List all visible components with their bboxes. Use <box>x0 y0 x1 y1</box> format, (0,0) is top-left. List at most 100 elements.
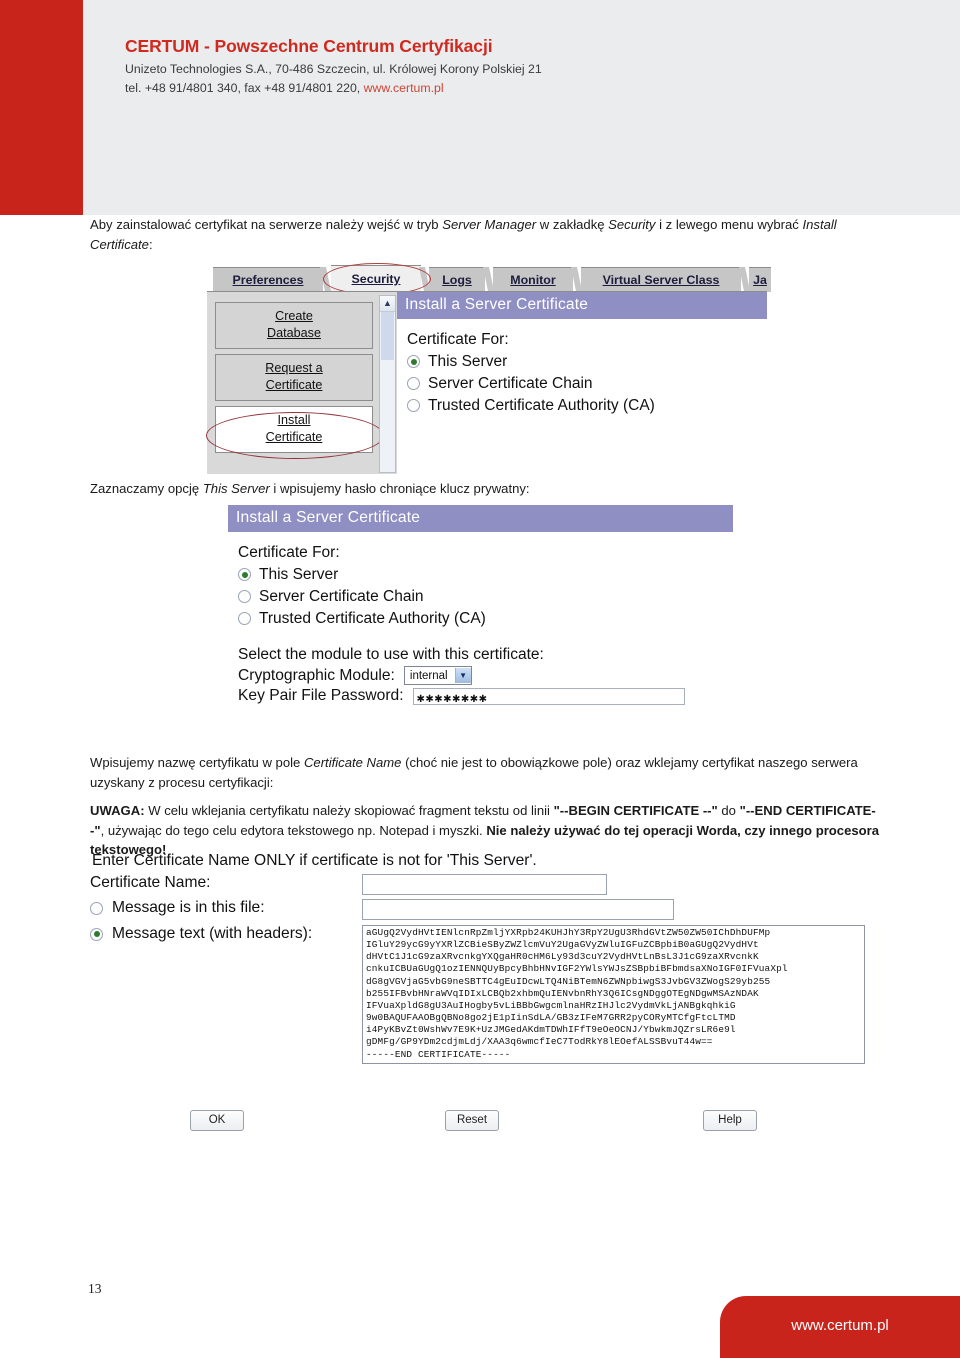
paragraph-warning: UWAGA: W celu wklejania certyfikatu nale… <box>90 801 880 860</box>
radio-icon[interactable] <box>238 590 251 603</box>
company-title: CERTUM - Powszechne Centrum Certyfikacji <box>125 36 493 56</box>
radio-trusted-ca[interactable]: Trusted Certificate Authority (CA) <box>407 395 759 416</box>
p3-part-a: Wpisujemy nazwę certyfikatu w pole <box>90 755 304 770</box>
radio-server-certificate-chain[interactable]: Server Certificate Chain <box>238 586 725 607</box>
cryptographic-module-row: Cryptographic Module: internal ▼ <box>238 666 725 685</box>
company-contact: tel. +48 91/4801 340, fax +48 91/4801 22… <box>125 79 745 98</box>
nav-install-certificate-line2: Certificate <box>265 430 323 444</box>
screenshot-install-server-certificate: Install a Server Certificate Certificate… <box>228 505 733 715</box>
help-button[interactable]: Help <box>703 1110 757 1131</box>
certificate-for-label: Certificate For: <box>238 544 340 561</box>
chevron-up-icon[interactable]: ▲ <box>380 296 395 312</box>
p1-part-b: w zakładkę <box>536 217 609 232</box>
tab-preferences[interactable]: Preferences <box>213 267 323 292</box>
footer-website-badge[interactable]: www.certum.pl <box>720 1296 960 1358</box>
chevron-down-icon[interactable]: ▼ <box>454 668 471 683</box>
cryptographic-module-value: internal <box>409 669 448 682</box>
message-text-option[interactable]: Message text (with headers): <box>90 925 362 943</box>
p1-server-manager: Server Manager <box>442 217 537 232</box>
reset-button[interactable]: Reset <box>445 1110 499 1131</box>
key-pair-password-label: Key Pair File Password: <box>238 687 404 704</box>
warn-begin-marker: "--BEGIN CERTIFICATE --" <box>553 803 718 818</box>
radio-trusted-ca-label: Trusted Certificate Authority (CA) <box>259 610 486 627</box>
p2-part-b: i wpisujemy hasło chroniące klucz prywat… <box>269 481 530 496</box>
radio-icon[interactable] <box>90 901 103 915</box>
page-header: CERTUM - Powszechne Centrum Certyfikacji… <box>0 0 960 215</box>
paragraph-certificate-name: Wpisujemy nazwę certyfikatu w pole Certi… <box>90 753 880 792</box>
nav-request-certificate-button[interactable]: Request a Certificate <box>215 354 373 401</box>
p2-this-server: This Server <box>202 481 270 496</box>
message-text-label: Message text (with headers): <box>112 925 313 942</box>
certificate-text-area[interactable]: aGUgQ2VydHVtIENlcnRpZmljYXRpb24KUHJhY3Rp… <box>362 925 865 1064</box>
screenshot-security-tab: Preferences Security Logs Monitor Virtua… <box>206 263 771 474</box>
ok-button[interactable]: OK <box>190 1110 244 1131</box>
page-number: 13 <box>88 1281 102 1296</box>
p1-part-c: i z lewego menu wybrać <box>655 217 803 232</box>
paragraph-this-server: Zaznaczamy opcję This Server i wpisujemy… <box>90 479 875 499</box>
p1-part-a: Aby zainstalować certyfikat na serwerze … <box>90 217 443 232</box>
message-file-option[interactable]: Message is in this file: <box>90 899 362 917</box>
tab-logs[interactable]: Logs <box>429 267 485 292</box>
radio-icon[interactable] <box>407 377 420 390</box>
radio-this-server-label: This Server <box>428 353 508 370</box>
message-text-row: Message text (with headers): aGUgQ2VydHV… <box>90 925 880 1064</box>
certificate-name-row: Certificate Name: <box>90 874 880 895</box>
radio-server-certificate-chain[interactable]: Server Certificate Chain <box>407 373 759 394</box>
nav-request-certificate-line2: Certificate <box>265 378 323 392</box>
tab-java[interactable]: Ja <box>749 267 771 292</box>
warn-part-c: do <box>717 803 740 818</box>
screenshot-certificate-message: Enter Certificate Name ONLY if certifica… <box>90 852 880 1064</box>
p2-part-a: Zaznaczamy opcję <box>90 481 203 496</box>
module-hint-label: Select the module to use with this certi… <box>238 646 544 663</box>
message-file-row: Message is in this file: <box>90 899 880 920</box>
tab-security[interactable]: Security <box>331 265 421 292</box>
warn-part-d: , używając do tego celu edytora tekstowe… <box>100 822 487 838</box>
paragraph-install-intro: Aby zainstalować certyfikat na serwerze … <box>90 215 875 254</box>
certificate-for-label: Certificate For: <box>407 331 509 348</box>
company-address: Unizeto Technologies S.A., 70-486 Szczec… <box>125 62 542 76</box>
warning-label: UWAGA: <box>90 803 145 818</box>
panel-title: Install a Server Certificate <box>228 505 733 532</box>
key-pair-password-value: ✱✱✱✱✱✱✱✱ <box>416 693 488 705</box>
key-pair-password-input[interactable]: ✱✱✱✱✱✱✱✱ <box>412 687 685 705</box>
tab-monitor[interactable]: Monitor <box>493 267 573 292</box>
p3-certificate-name: Certificate Name <box>303 755 402 770</box>
scrollbar-thumb[interactable] <box>381 312 394 360</box>
radio-trusted-ca[interactable]: Trusted Certificate Authority (CA) <box>238 608 725 629</box>
key-pair-password-row: Key Pair File Password: ✱✱✱✱✱✱✱✱ <box>238 687 725 705</box>
warn-part-a: W celu wklejania certyfikatu należy skop… <box>144 803 554 818</box>
nav-request-certificate-line1: Request a <box>265 361 323 375</box>
radio-icon[interactable] <box>407 355 420 368</box>
nav-install-certificate-button[interactable]: Install Certificate <box>215 406 373 453</box>
company-contact-text: tel. +48 91/4801 340, fax +48 91/4801 22… <box>125 81 364 95</box>
tab-virtual-server-class[interactable]: Virtual Server Class <box>581 267 741 292</box>
nav-install-certificate-line1: Install <box>277 413 311 427</box>
radio-this-server[interactable]: This Server <box>238 564 725 585</box>
certificate-name-input[interactable] <box>362 874 607 895</box>
dialog-button-row: OK Reset Help <box>90 1110 880 1136</box>
cryptographic-module-label: Cryptographic Module: <box>238 666 395 684</box>
certificate-name-label: Certificate Name: <box>90 874 211 891</box>
message-file-input[interactable] <box>362 899 674 920</box>
left-nav-panel: Create Database Request a Certificate In… <box>206 302 384 459</box>
nav-create-database-line2: Database <box>267 326 321 340</box>
radio-icon[interactable] <box>238 612 251 625</box>
radio-icon[interactable] <box>238 568 251 581</box>
p1-security: Security <box>608 217 656 232</box>
radio-trusted-ca-label: Trusted Certificate Authority (CA) <box>428 397 655 414</box>
radio-this-server[interactable]: This Server <box>407 351 759 372</box>
radio-icon[interactable] <box>90 927 103 941</box>
radio-server-certificate-chain-label: Server Certificate Chain <box>428 375 593 392</box>
radio-icon[interactable] <box>407 399 420 412</box>
radio-server-certificate-chain-label: Server Certificate Chain <box>259 588 424 605</box>
nav-create-database-button[interactable]: Create Database <box>215 302 373 349</box>
certum-website-link[interactable]: www.certum.pl <box>364 81 444 95</box>
p1-part-d: : <box>148 236 153 252</box>
header-red-accent-bar <box>0 0 83 215</box>
radio-this-server-label: This Server <box>259 566 339 583</box>
message-file-label: Message is in this file: <box>112 899 265 916</box>
install-certificate-panel: Install a Server Certificate Certificate… <box>397 292 767 474</box>
scrollbar[interactable]: ▲ <box>379 295 396 473</box>
header-company-block: CERTUM - Powszechne Centrum Certyfikacji… <box>125 36 745 98</box>
cryptographic-module-select[interactable]: internal ▼ <box>403 666 472 685</box>
